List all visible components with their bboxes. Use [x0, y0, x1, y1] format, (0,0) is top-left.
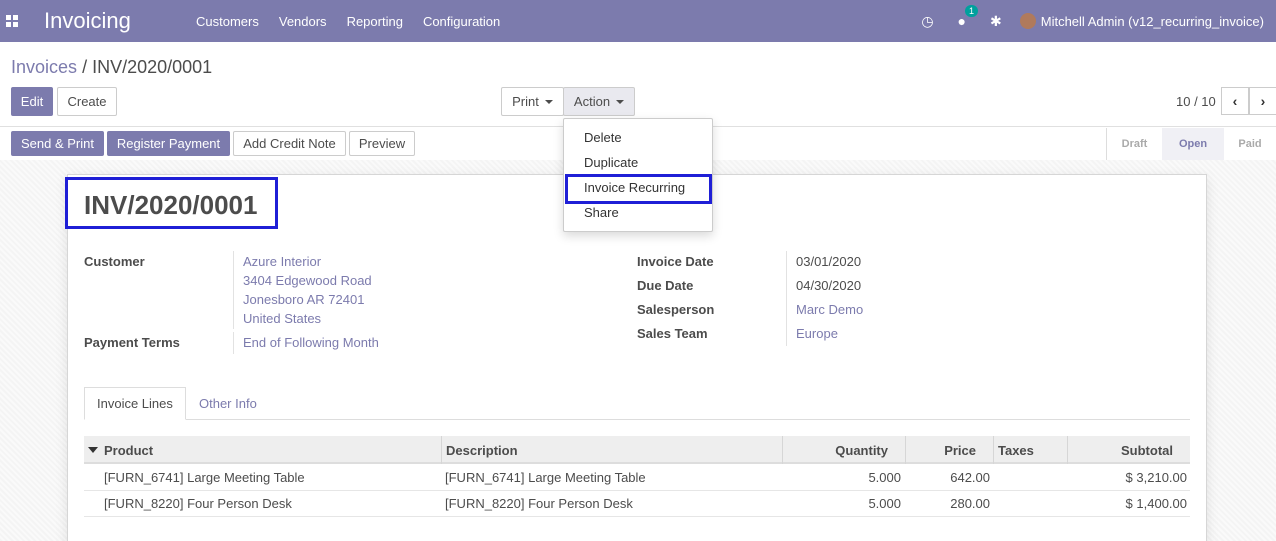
- customer-name[interactable]: Azure Interior: [243, 254, 321, 269]
- due-date-label: Due Date: [637, 278, 694, 293]
- row2-quantity[interactable]: 5.000: [782, 496, 901, 511]
- action-label: Action: [573, 94, 611, 109]
- due-date-value[interactable]: 04/30/2020: [796, 278, 861, 293]
- menu-configuration[interactable]: Configuration: [413, 14, 510, 29]
- stage-paid[interactable]: Paid: [1224, 128, 1276, 160]
- avatar: [1019, 13, 1036, 29]
- caret-down-icon[interactable]: [88, 447, 98, 453]
- field-divider: [233, 332, 234, 354]
- user-name: Mitchell Admin (v12_recurring_invoice): [1040, 13, 1264, 29]
- tab-invoice-lines[interactable]: Invoice Lines: [84, 387, 186, 420]
- register-payment-button[interactable]: Register Payment: [107, 131, 230, 156]
- app-title: Invoicing: [44, 8, 131, 33]
- col-quantity[interactable]: Quantity: [782, 436, 888, 464]
- add-credit-note-button[interactable]: Add Credit Note: [233, 131, 346, 156]
- messages-badge: 1: [964, 5, 978, 17]
- sales-team-label: Sales Team: [637, 326, 708, 341]
- edit-button[interactable]: Edit: [11, 87, 53, 116]
- customer-street[interactable]: 3404 Edgewood Road: [243, 273, 372, 288]
- row-divider: [84, 490, 1190, 491]
- action-duplicate[interactable]: Duplicate: [584, 155, 638, 170]
- row1-quantity[interactable]: 5.000: [782, 470, 901, 485]
- row-divider: [84, 516, 1190, 517]
- row1-description[interactable]: [FURN_6741] Large Meeting Table: [445, 470, 646, 485]
- salesperson-value[interactable]: Marc Demo: [796, 302, 863, 317]
- chat-icon[interactable]: ● 1: [957, 5, 978, 29]
- pager-next-button[interactable]: ›: [1249, 87, 1276, 115]
- action-delete[interactable]: Delete: [584, 130, 622, 145]
- main-menu: Customers Vendors Reporting Configuratio…: [186, 14, 510, 29]
- breadcrumb-invoices[interactable]: Invoices: [11, 57, 77, 77]
- pager-value[interactable]: 10 / 10: [1176, 94, 1216, 109]
- stage-open[interactable]: Open: [1162, 128, 1224, 160]
- pager-prev-button[interactable]: ‹: [1221, 87, 1249, 115]
- sales-team-value[interactable]: Europe: [796, 326, 838, 341]
- invoice-date-value[interactable]: 03/01/2020: [796, 254, 861, 269]
- field-divider: [786, 251, 787, 346]
- row2-description[interactable]: [FURN_8220] Four Person Desk: [445, 496, 633, 511]
- top-navbar: Invoicing Customers Vendors Reporting Co…: [0, 0, 1276, 42]
- col-description[interactable]: Description: [446, 436, 518, 464]
- menu-customers[interactable]: Customers: [186, 14, 269, 29]
- breadcrumb: Invoices / INV/2020/0001: [11, 57, 212, 78]
- row1-product[interactable]: [FURN_6741] Large Meeting Table: [104, 470, 305, 485]
- chat-glyph: ●: [957, 13, 966, 29]
- print-button[interactable]: Print: [501, 87, 564, 116]
- col-product[interactable]: Product: [104, 436, 153, 464]
- menu-vendors[interactable]: Vendors: [269, 14, 337, 29]
- stage-draft[interactable]: Draft: [1107, 128, 1162, 160]
- col-separator: [441, 436, 442, 464]
- title-highlight-box: [65, 177, 278, 229]
- send-print-button[interactable]: Send & Print: [11, 131, 104, 156]
- tab-other-info[interactable]: Other Info: [187, 387, 269, 420]
- menu-reporting[interactable]: Reporting: [337, 14, 413, 29]
- col-taxes[interactable]: Taxes: [998, 436, 1034, 464]
- create-button[interactable]: Create: [57, 87, 117, 116]
- row2-price[interactable]: 280.00: [905, 496, 990, 511]
- customer-country[interactable]: United States: [243, 311, 321, 326]
- row1-subtotal: $ 3,210.00: [1125, 470, 1187, 485]
- customer-city[interactable]: Jonesboro AR 72401: [243, 292, 364, 307]
- bug-icon[interactable]: ✱: [990, 13, 1002, 30]
- breadcrumb-current: INV/2020/0001: [92, 57, 213, 77]
- apps-grid-icon[interactable]: [6, 15, 28, 27]
- preview-button[interactable]: Preview: [349, 131, 415, 156]
- row2-product[interactable]: [FURN_8220] Four Person Desk: [104, 496, 292, 511]
- action-share[interactable]: Share: [584, 205, 619, 220]
- navbar-systray: ◷ ● 1 ✱ Mitchell Admin (v12_recurring_inv…: [909, 0, 1264, 42]
- print-label: Print: [512, 94, 539, 109]
- user-menu[interactable]: Mitchell Admin (v12_recurring_invoice): [1019, 13, 1264, 29]
- action-button[interactable]: Action: [563, 87, 635, 116]
- col-price[interactable]: Price: [905, 436, 976, 464]
- field-divider: [233, 251, 234, 329]
- invoice-date-label: Invoice Date: [637, 254, 714, 269]
- payment-terms-label: Payment Terms: [84, 335, 180, 350]
- chevron-down-icon: [616, 99, 625, 104]
- col-separator: [993, 436, 994, 464]
- clock-icon[interactable]: ◷: [921, 13, 933, 30]
- row2-subtotal: $ 1,400.00: [1125, 496, 1187, 511]
- row1-price[interactable]: 642.00: [905, 470, 990, 485]
- breadcrumb-separator: /: [82, 57, 88, 77]
- recurring-highlight-box: [565, 174, 712, 204]
- chevron-down-icon: [544, 99, 553, 104]
- col-subtotal[interactable]: Subtotal: [1067, 436, 1173, 464]
- salesperson-label: Salesperson: [637, 302, 715, 317]
- payment-terms-value[interactable]: End of Following Month: [243, 335, 379, 350]
- customer-label: Customer: [84, 254, 145, 269]
